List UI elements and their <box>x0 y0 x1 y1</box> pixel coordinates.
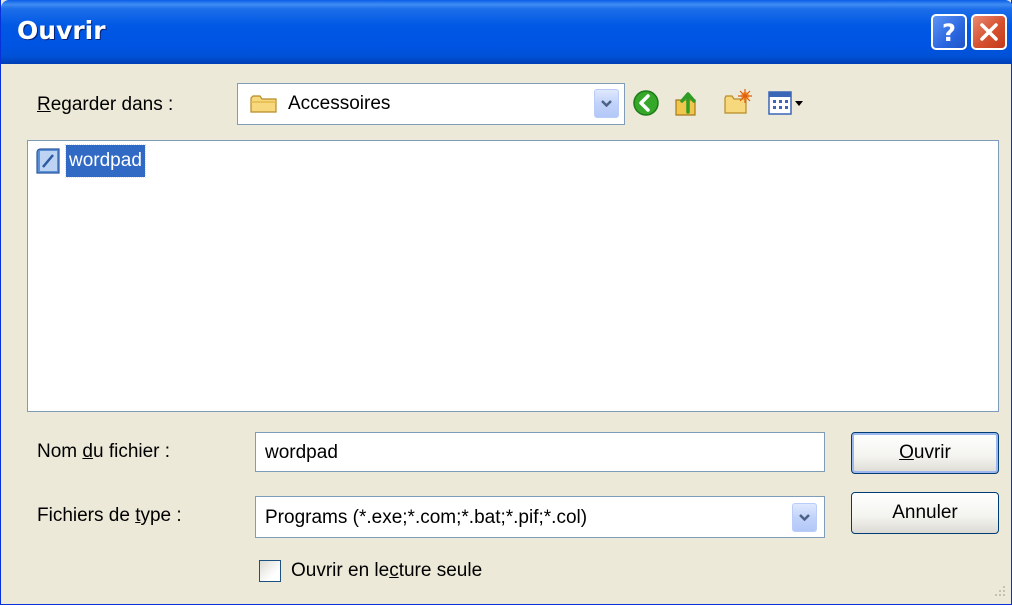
help-icon: ? <box>942 19 956 47</box>
open-button-label: Ouvrir <box>899 442 951 463</box>
svg-text:?: ? <box>942 19 956 47</box>
chevron-down-icon <box>601 100 612 108</box>
help-button[interactable]: ? <box>931 14 967 50</box>
title-bar[interactable]: Ouvrir ? <box>1 0 1012 64</box>
folder-icon <box>250 95 277 113</box>
back-icon <box>633 90 659 116</box>
file-list[interactable]: wordpad <box>27 140 999 412</box>
resize-grip-icon[interactable] <box>991 584 1007 600</box>
close-icon <box>980 23 998 41</box>
up-folder-icon <box>675 92 696 116</box>
open-button[interactable]: Ouvrir <box>851 432 999 474</box>
cancel-button-label: Annuler <box>892 502 958 523</box>
file-type-label: Fichiers de type : <box>37 505 182 526</box>
dialog-title: Ouvrir <box>17 16 106 45</box>
file-type-dropdown-button[interactable] <box>792 503 817 532</box>
read-only-checkbox[interactable] <box>259 560 281 582</box>
view-menu-button[interactable] <box>767 88 811 122</box>
new-folder-icon <box>724 89 752 114</box>
file-type-combobox[interactable]: Programs (*.exe;*.com;*.bat;*.pif;*.col) <box>255 496 825 538</box>
file-type-value: Programs (*.exe;*.com;*.bat;*.pif;*.col) <box>265 507 588 528</box>
back-button[interactable] <box>631 88 661 122</box>
wordpad-file-icon <box>36 148 60 174</box>
close-button[interactable] <box>971 14 1007 50</box>
up-folder-button[interactable] <box>673 88 703 122</box>
file-name-label: Nom du fichier : <box>37 441 171 462</box>
new-folder-button[interactable] <box>723 88 753 122</box>
look-in-combobox[interactable]: Accessoires <box>237 83 625 125</box>
look-in-value: Accessoires <box>288 93 391 114</box>
open-dialog: Ouvrir ? Regarder dans : Accessoires wor… <box>0 0 1012 605</box>
look-in-label: Regarder dans : <box>37 94 174 115</box>
read-only-label[interactable]: Ouvrir en lecture seule <box>291 560 482 582</box>
cancel-button[interactable]: Annuler <box>851 492 999 534</box>
chevron-down-icon <box>799 514 810 522</box>
file-name-value: wordpad <box>265 442 338 463</box>
look-in-dropdown-button[interactable] <box>594 89 619 118</box>
file-name-input[interactable]: wordpad <box>255 432 825 472</box>
file-name: wordpad <box>65 144 146 178</box>
view-menu-icon <box>768 91 803 115</box>
